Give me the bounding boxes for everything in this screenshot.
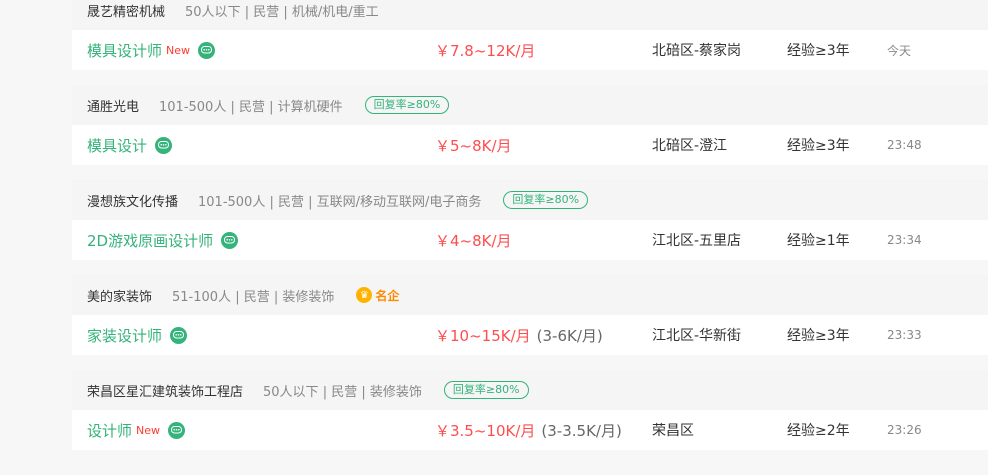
job-title[interactable]: 设计师 (87, 420, 132, 441)
salary-range: ￥7.8~12K/月 (435, 41, 536, 60)
salary: ￥10~15K/月 (3-6K/月) (435, 325, 603, 346)
new-tag: New (166, 43, 191, 57)
famous-label: 名企 (375, 288, 400, 303)
post-time: 23:26 (887, 423, 922, 437)
famous-company-badge: ♛ 名企 (356, 287, 399, 304)
chat-icon[interactable] (168, 421, 186, 439)
salary-range: ￥3.5~10K/月 (435, 421, 536, 440)
experience-requirement: 经验≥3年 (787, 43, 850, 59)
company-row: 晟艺精密机械 50人以下 | 民营 | 机械/机电/重工 ♛ (72, 0, 988, 30)
salary: ￥7.8~12K/月 (435, 40, 535, 61)
salary-extra: (3-3.5K/月) (541, 421, 622, 440)
experience-requirement: 经验≥3年 (787, 138, 850, 154)
company-name[interactable]: 漫想族文化传播 (87, 191, 178, 210)
reply-rate-badge: 回复率≥80% (364, 96, 450, 114)
salary: ￥4~8K/月 (435, 230, 512, 251)
salary: ￥3.5~10K/月 (3-3.5K/月) (435, 420, 622, 441)
job-title-wrap: 设计师 New (87, 420, 186, 441)
job-location: 北碚区-蔡家岗 (652, 43, 742, 59)
job-row[interactable]: 2D游戏原画设计师 ￥4~8K/月 江北区-五里店 经验≥1年 23:34 (72, 220, 988, 260)
job-location: 江北区-华新街 (652, 328, 742, 344)
company-name[interactable]: 晟艺精密机械 (87, 1, 165, 20)
job-row[interactable]: 模具设计师 New ￥7.8~12K/月 北碚区-蔡家岗 经验≥3年 今天 (72, 30, 988, 70)
post-time: 23:48 (887, 138, 922, 152)
job-title-wrap: 模具设计师 New (87, 40, 216, 61)
salary-range: ￥4~8K/月 (435, 231, 512, 250)
job-title[interactable]: 2D游戏原画设计师 (87, 230, 213, 251)
company-meta: 101-500人 | 民营 | 互联网/移动互联网/电子商务 (198, 194, 482, 210)
job-title-wrap: 家装设计师 (87, 325, 188, 346)
company-meta: 50人以下 | 民营 | 机械/机电/重工 (185, 4, 379, 20)
company-meta: 51-100人 | 民营 | 装修装饰 (172, 289, 335, 305)
reply-rate-badge: 回复率≥80% (443, 381, 529, 399)
salary-extra: (3-6K/月) (536, 326, 603, 345)
company-name[interactable]: 美的家装饰 (87, 286, 152, 305)
chat-icon[interactable] (221, 231, 239, 249)
company-meta: 50人以下 | 民营 | 装修装饰 (263, 384, 422, 400)
job-card: 荣昌区星汇建筑装饰工程店 50人以下 | 民营 | 装修装饰 回复率≥80% ♛… (72, 370, 988, 450)
job-title[interactable]: 家装设计师 (87, 325, 162, 346)
job-location: 北碚区-澄江 (652, 138, 728, 154)
job-row[interactable]: 家装设计师 ￥10~15K/月 (3-6K/月) 江北区-华新街 经验≥3年 23… (72, 315, 988, 355)
salary: ￥5~8K/月 (435, 135, 512, 156)
experience-requirement: 经验≥1年 (787, 233, 850, 249)
salary-range: ￥10~15K/月 (435, 326, 531, 345)
company-row: 漫想族文化传播 101-500人 | 民营 | 互联网/移动互联网/电子商务 回… (72, 180, 988, 220)
salary-range: ￥5~8K/月 (435, 136, 512, 155)
company-row: 荣昌区星汇建筑装饰工程店 50人以下 | 民营 | 装修装饰 回复率≥80% ♛ (72, 370, 988, 410)
job-row[interactable]: 设计师 New ￥3.5~10K/月 (3-3.5K/月) 荣昌区 经验≥2年 2… (72, 410, 988, 450)
post-time: 23:33 (887, 328, 922, 342)
job-title[interactable]: 模具设计师 (87, 40, 162, 61)
job-location: 荣昌区 (652, 423, 694, 439)
chat-icon[interactable] (155, 136, 173, 154)
experience-requirement: 经验≥3年 (787, 328, 850, 344)
job-card: 漫想族文化传播 101-500人 | 民营 | 互联网/移动互联网/电子商务 回… (72, 180, 988, 260)
post-time: 23:34 (887, 233, 922, 247)
chat-icon[interactable] (198, 41, 216, 59)
company-meta: 101-500人 | 民营 | 计算机硬件 (159, 99, 343, 115)
job-title[interactable]: 模具设计 (87, 135, 147, 156)
experience-requirement: 经验≥2年 (787, 423, 850, 439)
job-title-wrap: 模具设计 (87, 135, 173, 156)
company-name[interactable]: 荣昌区星汇建筑装饰工程店 (87, 381, 243, 400)
new-tag: New (136, 423, 161, 437)
job-card: 美的家装饰 51-100人 | 民营 | 装修装饰 ♛ 名企 家装设计师 ￥10… (72, 275, 988, 355)
job-card: 晟艺精密机械 50人以下 | 民营 | 机械/机电/重工 ♛ 模具设计师 New (72, 0, 988, 70)
crown-icon: ♛ (356, 287, 373, 303)
job-row[interactable]: 模具设计 ￥5~8K/月 北碚区-澄江 经验≥3年 23:48 (72, 125, 988, 165)
company-row: 美的家装饰 51-100人 | 民营 | 装修装饰 ♛ 名企 (72, 275, 988, 315)
job-title-wrap: 2D游戏原画设计师 (87, 230, 239, 251)
reply-rate-badge: 回复率≥80% (503, 191, 589, 209)
company-row: 通胜光电 101-500人 | 民营 | 计算机硬件 回复率≥80% ♛ (72, 85, 988, 125)
job-card: 通胜光电 101-500人 | 民营 | 计算机硬件 回复率≥80% ♛ 模具设… (72, 85, 988, 165)
company-name[interactable]: 通胜光电 (87, 96, 139, 115)
job-list: 晟艺精密机械 50人以下 | 民营 | 机械/机电/重工 ♛ 模具设计师 New (72, 0, 988, 465)
post-time: 今天 (887, 43, 912, 58)
job-location: 江北区-五里店 (652, 233, 742, 249)
chat-icon[interactable] (170, 326, 188, 344)
